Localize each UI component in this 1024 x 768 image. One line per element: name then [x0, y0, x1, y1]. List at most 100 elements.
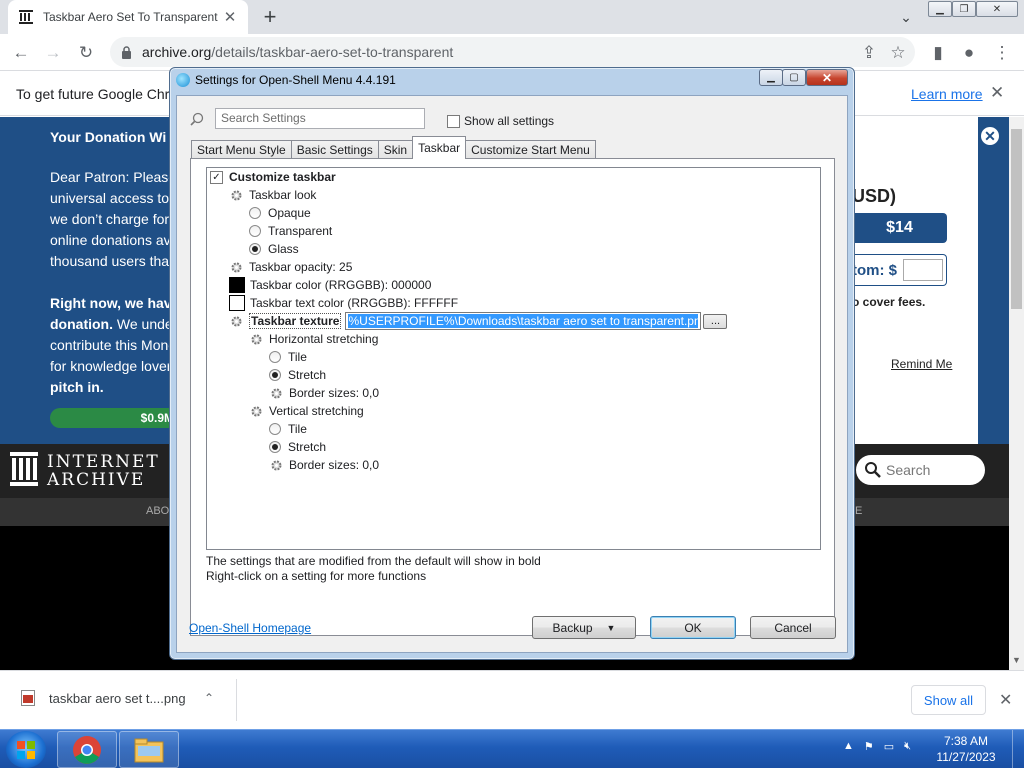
show-all-settings-label: Show all settings	[464, 114, 555, 128]
tab-search-icon[interactable]: ⌄	[896, 7, 916, 27]
settings-tree[interactable]: ✓ Customize taskbar Taskbar look Opaque …	[206, 167, 821, 550]
infobar-close-icon[interactable]: ✕	[990, 83, 1004, 103]
taskbar-texture-input[interactable]: %USERPROFILE%\Downloads\taskbar aero set…	[345, 312, 702, 330]
v-tile-label: Tile	[288, 422, 307, 436]
h-border-sizes-row[interactable]: Border sizes: 0,0	[269, 384, 379, 402]
note-right-click: Right-click on a setting for more functi…	[206, 569, 427, 583]
taskbar-opacity-row[interactable]: Taskbar opacity: 25	[229, 258, 352, 276]
tab-start-menu-style[interactable]: Start Menu Style	[191, 140, 292, 159]
show-desktop-button[interactable]	[1012, 730, 1024, 768]
transparent-radio[interactable]	[249, 225, 261, 237]
reload-icon[interactable]: ↻	[73, 40, 99, 66]
action-center-flag-icon[interactable]: ⚑	[864, 740, 874, 753]
page-scrollbar[interactable]: ▼	[1009, 117, 1024, 670]
horizontal-stretching-row[interactable]: Horizontal stretching	[249, 330, 378, 348]
opaque-radio-row[interactable]: Opaque	[249, 204, 311, 222]
setting-gear-icon	[269, 386, 283, 400]
remind-me-link[interactable]: Remind Me	[891, 357, 952, 371]
scroll-down-arrow-icon[interactable]: ▼	[1012, 655, 1021, 665]
v-stretch-radio[interactable]	[269, 441, 281, 453]
learn-more-link[interactable]: Learn more	[911, 86, 983, 102]
start-button[interactable]	[6, 731, 46, 768]
system-clock[interactable]: 7:38 AM 11/27/2023	[928, 733, 1004, 765]
customize-taskbar-checkbox[interactable]: ✓	[210, 170, 223, 184]
vertical-stretching-row[interactable]: Vertical stretching	[249, 402, 364, 420]
tab-basic-settings[interactable]: Basic Settings	[290, 140, 379, 159]
open-shell-homepage-link[interactable]: Open-Shell Homepage	[189, 621, 311, 635]
ia-search-input[interactable]: Search	[856, 455, 985, 485]
forward-arrow-icon[interactable]: →	[40, 40, 66, 66]
network-icon[interactable]: ▭	[884, 740, 894, 753]
cover-fees-text: o cover fees.	[852, 295, 926, 309]
glass-label: Glass	[268, 242, 299, 256]
taskbar-explorer-button[interactable]	[119, 731, 179, 768]
taskbar-texture-row[interactable]: Taskbar texture %USERPROFILE%\Downloads\…	[229, 312, 728, 330]
customize-taskbar-row[interactable]: ✓ Customize taskbar	[210, 168, 336, 186]
taskbar-chrome-button[interactable]	[57, 731, 117, 768]
window-restore-button[interactable]: ❐	[952, 1, 976, 17]
side-panel-icon[interactable]: ▮	[925, 40, 951, 66]
show-all-settings-row[interactable]: Show all settings	[447, 114, 554, 128]
show-all-button[interactable]: Show all	[911, 685, 986, 715]
cancel-button[interactable]: Cancel	[750, 616, 836, 639]
banner-close-icon[interactable]: ✕	[979, 125, 1001, 147]
h-tile-radio[interactable]	[269, 351, 281, 363]
v-border-sizes-row[interactable]: Border sizes: 0,0	[269, 456, 379, 474]
chevron-up-icon[interactable]: ⌃	[204, 691, 214, 705]
tab-close-icon[interactable]: ✕	[222, 9, 238, 26]
scrollbar-thumb[interactable]	[1011, 129, 1022, 309]
address-bar[interactable]: archive.org/details/taskbar-aero-set-to-…	[110, 37, 915, 67]
new-tab-button[interactable]: +	[258, 5, 282, 29]
h-stretch-radio-row[interactable]: Stretch	[269, 366, 326, 384]
kebab-menu-icon[interactable]: ⋮	[989, 40, 1015, 66]
browse-button[interactable]: ...	[703, 313, 728, 329]
show-hidden-icons-icon[interactable]: ▲	[843, 740, 854, 753]
glass-radio-row[interactable]: Glass	[249, 240, 299, 258]
transparent-radio-row[interactable]: Transparent	[249, 222, 332, 240]
tab-taskbar[interactable]: Taskbar	[412, 136, 467, 159]
taskbar-color-row[interactable]: Taskbar color (RRGGBB): 000000	[229, 276, 431, 294]
taskbar-text-color-row[interactable]: Taskbar text color (RRGGBB): FFFFFF	[229, 294, 458, 312]
dialog-maximize-button[interactable]: ▢	[782, 69, 806, 86]
h-stretch-radio[interactable]	[269, 369, 281, 381]
h-tile-radio-row[interactable]: Tile	[269, 348, 307, 366]
dialog-client: Search Settings Show all settings Start …	[176, 95, 848, 653]
volume-muted-icon[interactable]: 🔇︎	[904, 740, 911, 753]
clock-time: 7:38 AM	[943, 734, 989, 748]
window-close-button[interactable]: ✕	[976, 1, 1018, 17]
dialog-titlebar[interactable]: Settings for Open-Shell Menu 4.4.191	[176, 73, 396, 87]
taskbar-color-swatch	[229, 277, 245, 293]
bookmark-star-icon[interactable]: ☆	[885, 40, 911, 66]
glass-radio[interactable]	[249, 243, 261, 255]
nav-about[interactable]: ABO	[146, 505, 169, 517]
horizontal-stretching-label: Horizontal stretching	[269, 332, 379, 346]
ok-button[interactable]: OK	[650, 616, 736, 639]
download-bar-close-icon[interactable]: ✕	[999, 690, 1012, 710]
profile-avatar-icon[interactable]: ●	[956, 40, 982, 66]
donation-pitch-text: pitch in.	[50, 379, 104, 395]
share-icon[interactable]: ⇪	[856, 40, 882, 66]
custom-amount-field[interactable]: tom: $	[852, 254, 947, 286]
window-minimize-button[interactable]: ▁	[928, 1, 952, 17]
nav-item[interactable]: E	[855, 505, 862, 517]
v-stretch-radio-row[interactable]: Stretch	[269, 438, 326, 456]
tab-customize-start-menu[interactable]: Customize Start Menu	[465, 140, 596, 159]
opaque-radio[interactable]	[249, 207, 261, 219]
taskbar-look-row[interactable]: Taskbar look	[229, 186, 316, 204]
tab-skin[interactable]: Skin	[377, 140, 414, 159]
dialog-minimize-button[interactable]: ▁	[759, 69, 783, 86]
amount-14-button[interactable]: $14	[852, 213, 947, 243]
show-all-settings-checkbox[interactable]	[447, 114, 460, 128]
taskbar-tab-panel: ✓ Customize taskbar Taskbar look Opaque …	[190, 158, 835, 636]
backup-button[interactable]: Backup ▼	[532, 616, 636, 639]
download-item[interactable]: taskbar aero set t....png	[20, 690, 186, 706]
browser-tab[interactable]: Taskbar Aero Set To Transparent ✕	[8, 0, 248, 34]
dialog-close-button[interactable]: ✕	[806, 69, 848, 86]
back-arrow-icon[interactable]: ←	[8, 40, 34, 66]
v-tile-radio-row[interactable]: Tile	[269, 420, 307, 438]
v-tile-radio[interactable]	[269, 423, 281, 435]
setting-gear-icon	[229, 260, 243, 274]
search-settings-input[interactable]: Search Settings	[215, 108, 425, 129]
custom-amount-input[interactable]	[903, 259, 943, 281]
internet-archive-logo-icon[interactable]	[10, 452, 38, 486]
